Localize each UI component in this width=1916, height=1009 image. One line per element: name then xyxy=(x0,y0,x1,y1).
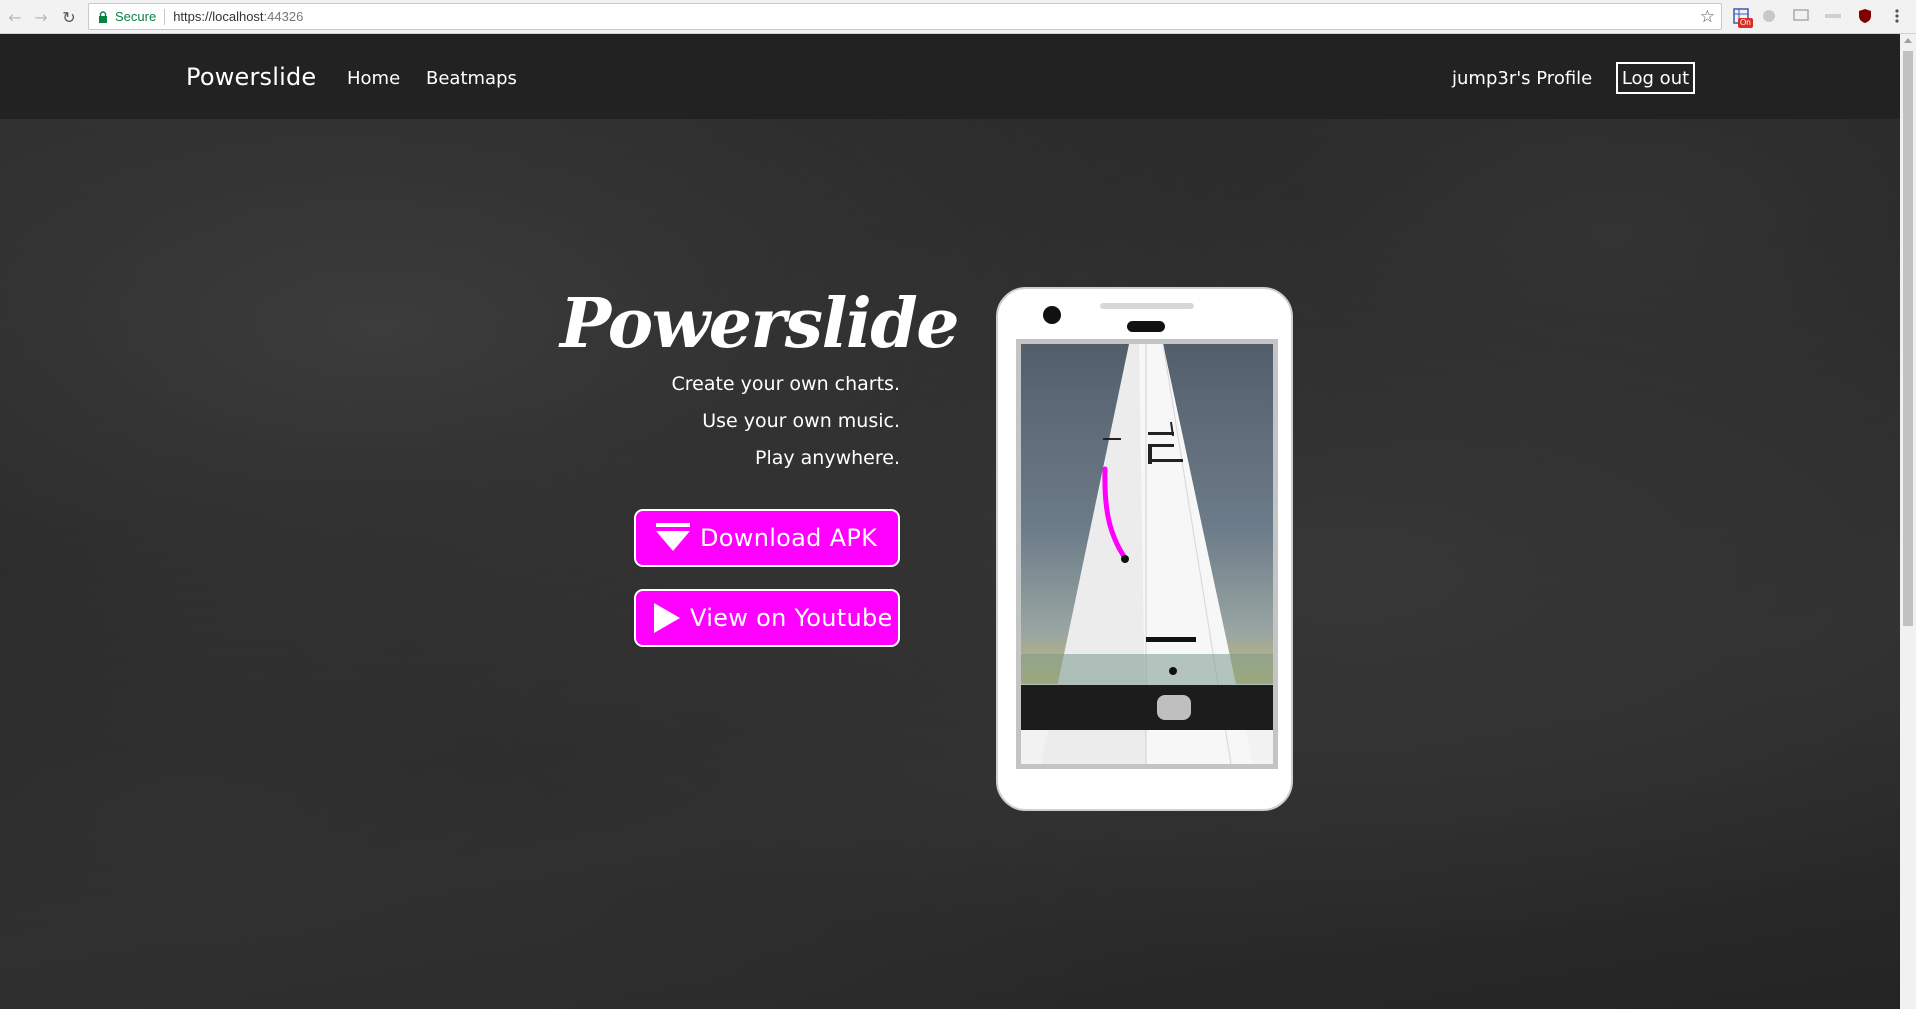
extension-circle-icon[interactable] xyxy=(1760,7,1778,25)
game-screenshot xyxy=(1016,339,1278,769)
phone-speaker xyxy=(1127,321,1165,332)
youtube-button[interactable]: View on Youtube xyxy=(634,589,900,647)
omnibox-divider xyxy=(164,8,166,25)
extension-chat-icon[interactable] xyxy=(1792,7,1810,25)
page-scrollbar[interactable] xyxy=(1900,34,1916,1009)
phone-mockup xyxy=(996,287,1293,811)
url-scheme: https:// xyxy=(173,9,213,24)
ublock-shield-icon[interactable] xyxy=(1856,7,1874,25)
scroll-up-arrow[interactable] xyxy=(1904,38,1912,43)
nav-link-beatmaps[interactable]: Beatmaps xyxy=(426,68,517,89)
address-bar[interactable]: Secure https:// localhost :44326 ☆ xyxy=(88,3,1722,30)
lock-icon xyxy=(98,10,108,23)
download-apk-label: Download APK xyxy=(700,524,878,552)
extension-dots-icon[interactable] xyxy=(1824,7,1842,25)
play-icon xyxy=(654,603,680,633)
site-navbar: Powerslide Home Beatmaps jump3r's Profil… xyxy=(0,34,1900,119)
forward-icon[interactable]: → xyxy=(30,6,52,28)
logout-button[interactable]: Log out xyxy=(1616,62,1695,94)
phone-camera xyxy=(1043,306,1061,324)
browser-toolbar: ← → ↻ Secure https:// localhost :44326 ☆… xyxy=(0,0,1916,34)
reload-icon[interactable]: ↻ xyxy=(58,6,80,28)
scrollbar-thumb[interactable] xyxy=(1903,51,1913,626)
url-port: :44326 xyxy=(263,9,304,24)
download-apk-button[interactable]: Download APK xyxy=(634,509,900,567)
hero-title: Powerslide xyxy=(560,284,960,364)
browser-menu-icon[interactable] xyxy=(1888,7,1906,25)
game-scene xyxy=(1021,344,1273,764)
youtube-label: View on Youtube xyxy=(690,604,893,632)
url-host: localhost xyxy=(212,9,264,24)
tagline-music: Use your own music. xyxy=(702,410,900,432)
back-icon[interactable]: ← xyxy=(4,6,26,28)
navbar-brand[interactable]: Powerslide xyxy=(186,63,316,91)
secure-label: Secure xyxy=(115,9,157,24)
bookmark-star-icon[interactable]: ☆ xyxy=(1700,7,1715,27)
nav-link-profile[interactable]: jump3r's Profile xyxy=(1452,68,1592,89)
page-content: Powerslide Home Beatmaps jump3r's Profil… xyxy=(0,34,1900,1009)
download-triangle-icon xyxy=(656,523,690,553)
tagline-play: Play anywhere. xyxy=(755,447,900,469)
phone-sensor xyxy=(1100,303,1194,309)
nav-link-home[interactable]: Home xyxy=(347,68,400,89)
extension-badge: On xyxy=(1738,18,1753,28)
tagline-charts: Create your own charts. xyxy=(671,373,900,395)
